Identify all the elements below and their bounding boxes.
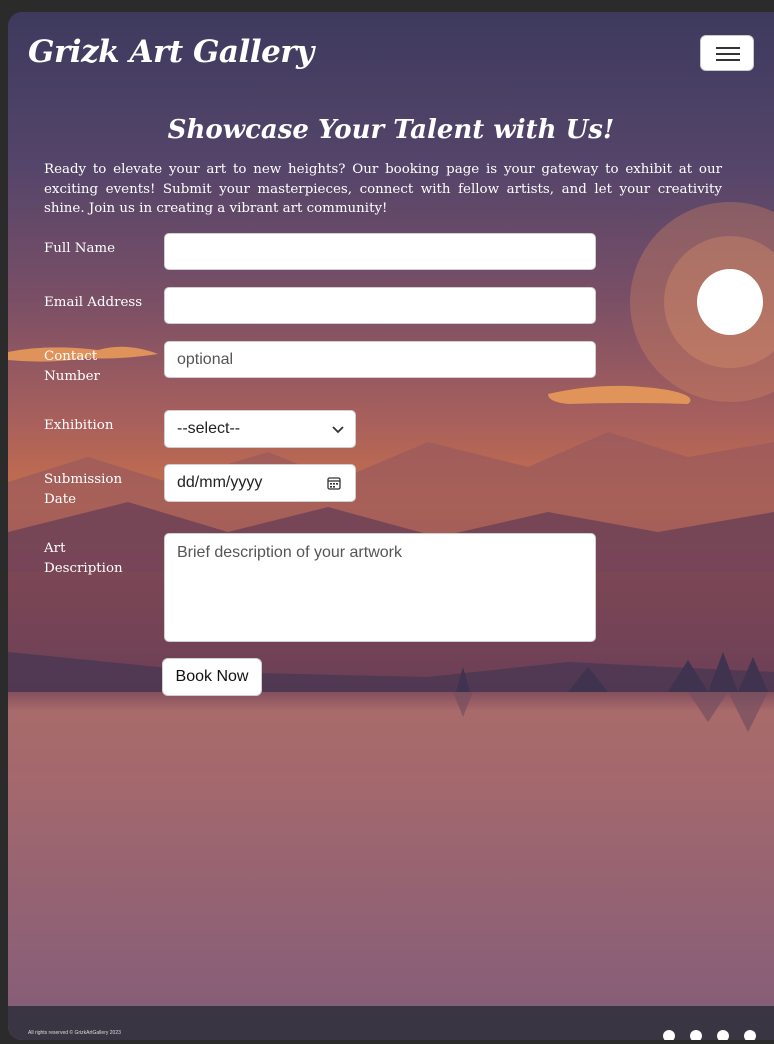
art-description-textarea[interactable] — [164, 533, 596, 642]
chevron-down-icon — [332, 426, 344, 434]
twitter-icon[interactable] — [690, 1030, 702, 1040]
full-name-label: Full Name — [44, 241, 116, 256]
exhibition-select[interactable]: --select-- — [164, 410, 356, 448]
book-now-button[interactable]: Book Now — [162, 658, 262, 696]
exhibition-label: Exhibition — [44, 418, 114, 433]
copyright-text: All rights reserved © GrizkArtGallery 20… — [28, 1030, 121, 1036]
exhibition-selected-value: --select-- — [177, 420, 241, 437]
intro-text: Ready to elevate your art to new heights… — [44, 162, 722, 216]
page-title: Showcase Your Talent with Us! — [167, 115, 615, 145]
contact-number-input[interactable] — [164, 341, 596, 378]
submission-date-input[interactable]: dd/mm/yyyy — [164, 464, 356, 502]
email-label: Email Address — [44, 295, 143, 310]
instagram-icon[interactable] — [717, 1030, 729, 1040]
footer: All rights reserved © GrizkArtGallery 20… — [8, 1006, 774, 1040]
brand-logo[interactable]: Grizk Art Gallery — [28, 34, 314, 70]
calendar-icon[interactable] — [327, 476, 341, 490]
nav-toggle-button[interactable] — [700, 35, 754, 71]
art-description-label: Art Description — [44, 541, 123, 576]
full-name-input[interactable] — [164, 233, 596, 270]
submission-date-label: Submission Date — [44, 472, 123, 507]
contact-number-label: Contact Number — [44, 349, 100, 384]
page-frame: Grizk Art Gallery Showcase Your Talent w… — [8, 12, 774, 1040]
youtube-icon[interactable] — [744, 1030, 756, 1040]
date-placeholder: dd/mm/yyyy — [177, 474, 263, 491]
hamburger-menu-icon — [716, 47, 740, 49]
email-input[interactable] — [164, 287, 596, 324]
navbar: Grizk Art Gallery — [8, 12, 774, 94]
facebook-icon[interactable] — [663, 1030, 675, 1040]
